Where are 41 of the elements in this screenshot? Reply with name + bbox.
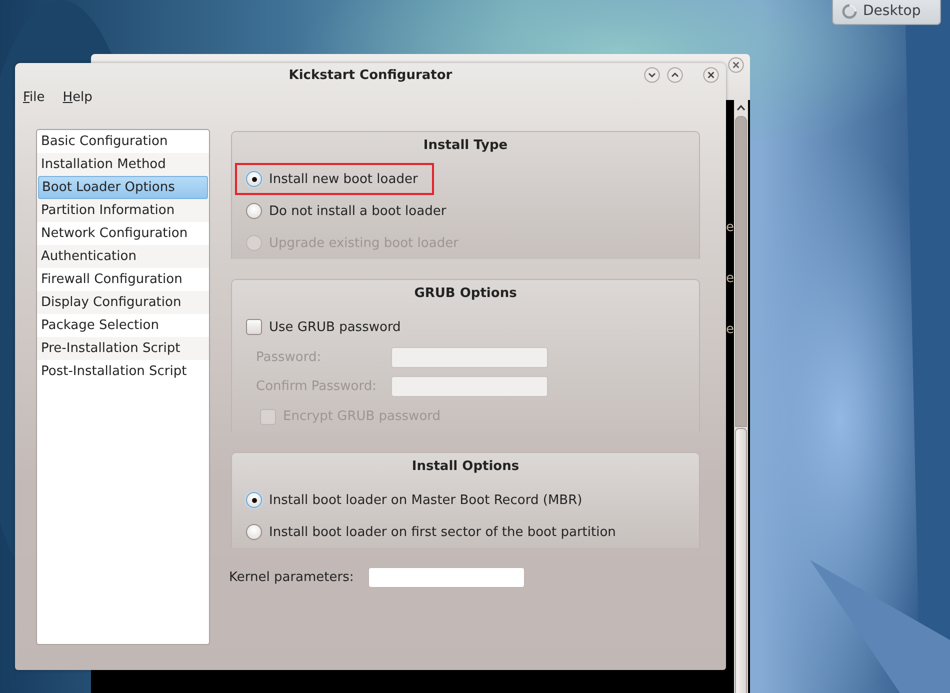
sidebar-item[interactable]: Partition Information — [37, 199, 209, 222]
sidebar-item[interactable]: Pre-Installation Script — [37, 337, 209, 360]
terminal-text: e — [726, 322, 734, 337]
maximize-button[interactable] — [667, 67, 683, 83]
checkbox[interactable] — [246, 319, 262, 335]
sidebar-item[interactable]: Post-Installation Script — [37, 360, 209, 383]
radio-button[interactable] — [246, 203, 262, 219]
checkbox-option[interactable]: Use GRUB password — [235, 311, 417, 343]
group-title: Install Type — [422, 137, 509, 155]
field-label: Password: — [256, 350, 322, 365]
sidebar-item[interactable]: Display Configuration — [37, 291, 209, 314]
radio-button[interactable] — [246, 492, 262, 508]
radio-button[interactable] — [246, 524, 262, 540]
scrollbar-handle[interactable] — [735, 428, 747, 693]
field-label: Kernel parameters: — [229, 570, 355, 585]
radio-option[interactable]: Do not install a boot loader — [235, 195, 462, 227]
sidebar-item[interactable]: Package Selection — [37, 314, 209, 337]
sidebar-item[interactable]: Basic Configuration — [37, 130, 209, 153]
sidebar-item[interactable]: Boot Loader Options — [38, 176, 208, 199]
terminal-text: e — [726, 271, 734, 286]
menu-item[interactable]: Help — [62, 90, 92, 105]
radio-option[interactable]: Install boot loader on Master Boot Record (MBR) — [235, 484, 598, 516]
sidebar-item[interactable]: Installation Method — [37, 153, 209, 176]
sidebar-item[interactable]: Firewall Configuration — [37, 268, 209, 291]
radio-option[interactable]: Install new boot loader — [235, 163, 434, 195]
close-button[interactable] — [703, 67, 719, 83]
minimize-button[interactable] — [644, 67, 660, 83]
terminal-text: e — [726, 220, 734, 235]
sidebar-item[interactable]: Authentication — [37, 245, 209, 268]
scrollbar[interactable] — [734, 100, 748, 693]
radio-button[interactable] — [246, 171, 262, 187]
desktop-button[interactable]: Desktop — [832, 0, 941, 25]
sidebar-item[interactable]: Network Configuration — [37, 222, 209, 245]
window-title: Kickstart Configurator — [288, 68, 452, 82]
scroll-up-icon[interactable] — [736, 103, 746, 113]
close-button[interactable] — [728, 57, 744, 73]
menu-item[interactable]: File — [23, 90, 45, 105]
group-title: Install Options — [410, 458, 520, 476]
group-title: GRUB Options — [413, 285, 518, 303]
radio-option[interactable]: Install boot loader on first sector of the boot partition — [235, 516, 632, 548]
input-field[interactable] — [368, 567, 525, 588]
